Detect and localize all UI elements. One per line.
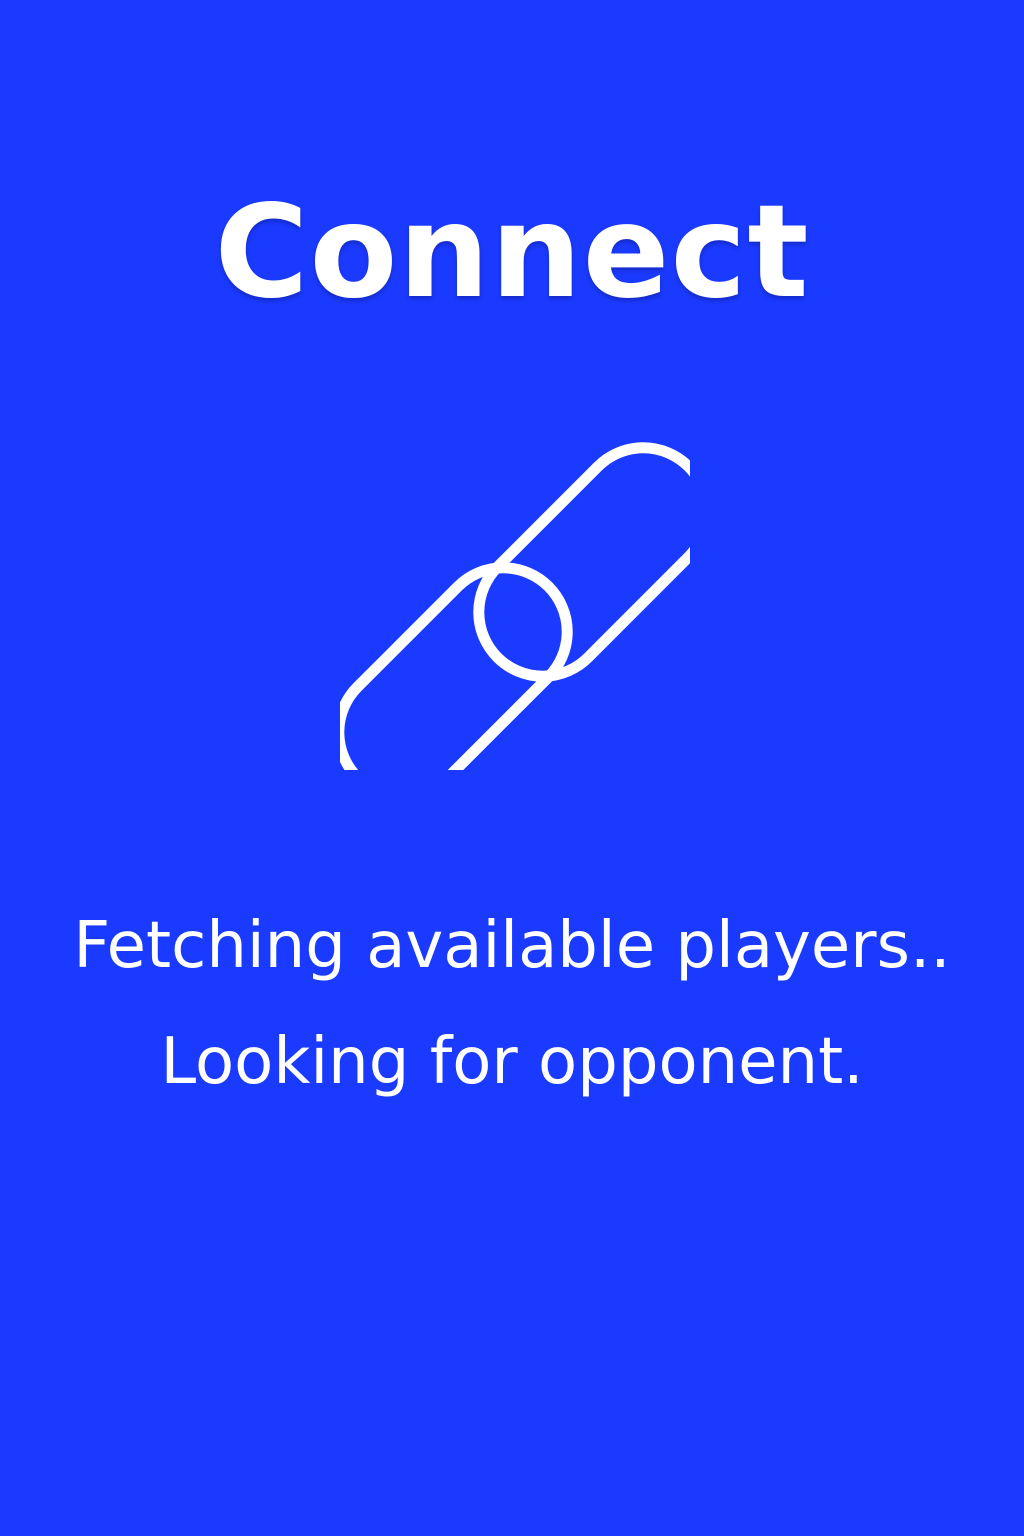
page-title: Connect	[214, 178, 810, 327]
status-fetching-players: Fetching available players..	[73, 909, 951, 983]
status-looking-opponent: Looking for opponent.	[160, 1025, 864, 1099]
connect-screen: Connect Fetching available players.. Loo…	[0, 0, 1024, 1536]
link-icon	[333, 420, 713, 802]
